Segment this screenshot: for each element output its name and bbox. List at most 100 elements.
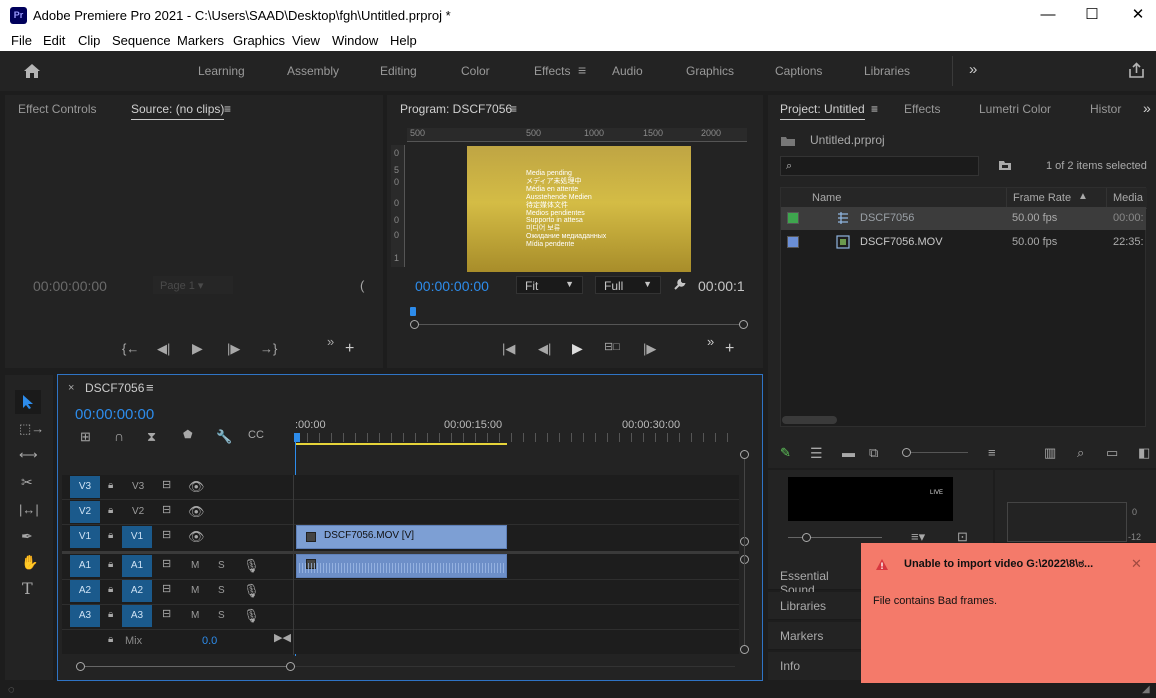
zoom-slider[interactable] bbox=[911, 452, 968, 453]
zoom-scrollbar[interactable] bbox=[414, 324, 744, 325]
sync-lock-icon[interactable]: ⊟ bbox=[162, 505, 171, 516]
mix-value[interactable]: 0.0 bbox=[202, 635, 217, 647]
program-menu-icon[interactable]: ≡ bbox=[510, 102, 517, 116]
cloud-sync-icon[interactable]: ◌ bbox=[8, 684, 15, 696]
tab-source[interactable]: Source: (no clips) bbox=[131, 102, 225, 120]
razor-tool-icon[interactable]: ✂ bbox=[21, 475, 33, 489]
source-patch-v1[interactable]: V1 bbox=[70, 526, 100, 548]
track-v2[interactable]: V2 bbox=[132, 506, 144, 517]
tab-project[interactable]: Project: Untitled bbox=[780, 102, 865, 120]
track-v3[interactable]: V3 bbox=[132, 481, 144, 492]
workspace-assembly[interactable]: Assembly bbox=[287, 64, 339, 78]
menu-clip[interactable]: Clip bbox=[78, 33, 100, 48]
tab-effect-controls[interactable]: Effect Controls bbox=[18, 102, 96, 116]
close-toast-button[interactable]: ✕ bbox=[1131, 556, 1142, 572]
column-media[interactable]: Media bbox=[1113, 192, 1143, 204]
hand-tool-icon[interactable]: ✋ bbox=[21, 555, 38, 569]
zoom-select[interactable]: Fit ▼ bbox=[516, 276, 583, 294]
slip-tool-icon[interactable]: |↔| bbox=[19, 503, 39, 516]
freeform-view-icon[interactable]: ⧉ bbox=[869, 446, 878, 459]
solo-button[interactable]: S bbox=[218, 585, 225, 596]
label-color-swatch[interactable] bbox=[787, 212, 799, 224]
workspace-menu-icon[interactable]: ≡ bbox=[578, 62, 586, 78]
sort-icon[interactable]: ≡ bbox=[988, 446, 996, 459]
mute-button[interactable]: M bbox=[191, 585, 199, 596]
linked-selection-icon[interactable]: ⧗ bbox=[147, 430, 156, 443]
label-color-swatch[interactable] bbox=[787, 236, 799, 248]
menu-edit[interactable]: Edit bbox=[43, 33, 65, 48]
step-back-icon[interactable]: ◀| bbox=[538, 342, 551, 355]
lock-icon[interactable]: 🔒︎ bbox=[108, 610, 113, 620]
panel-info[interactable]: Info bbox=[768, 652, 863, 680]
h-scrollbar-thumb[interactable] bbox=[85, 666, 286, 667]
play-icon[interactable]: ▶ bbox=[192, 341, 203, 355]
page-select[interactable]: Page 1 ▾ bbox=[153, 276, 233, 294]
lock-icon[interactable]: 🔒︎ bbox=[108, 560, 113, 570]
zoom-slider-handle[interactable] bbox=[902, 448, 911, 457]
microphone-icon[interactable]: 🎙︎ bbox=[243, 609, 260, 622]
h-scroll-handle[interactable] bbox=[286, 662, 295, 671]
sequence-menu-icon[interactable]: ≡ bbox=[146, 380, 154, 395]
lock-icon[interactable]: 🔒︎ bbox=[108, 506, 113, 516]
eye-icon[interactable]: 👁︎ bbox=[188, 505, 205, 518]
quality-select[interactable]: Full ▼ bbox=[595, 276, 661, 294]
column-frame-rate[interactable]: Frame Rate bbox=[1013, 192, 1071, 204]
more-controls-icon[interactable]: » bbox=[707, 335, 714, 348]
more-workspaces-icon[interactable]: » bbox=[969, 61, 977, 78]
pen-tool-icon[interactable]: ✒ bbox=[21, 529, 33, 543]
track-select-tool-icon[interactable]: ⬚→ bbox=[19, 422, 44, 435]
nest-icon[interactable]: ⊞ bbox=[80, 430, 91, 443]
v-scroll-handle[interactable] bbox=[740, 645, 749, 654]
find-icon[interactable]: ⌕ bbox=[1077, 446, 1084, 459]
menu-window[interactable]: Window bbox=[332, 33, 378, 48]
more-tabs-icon[interactable]: » bbox=[1143, 100, 1151, 116]
sync-lock-icon[interactable]: ⊟ bbox=[162, 559, 171, 570]
microphone-icon[interactable]: 🎙︎ bbox=[243, 559, 260, 572]
audio-clip[interactable] bbox=[296, 554, 507, 578]
h-scroll-handle[interactable] bbox=[76, 662, 85, 671]
wrench-icon[interactable] bbox=[673, 277, 687, 291]
workspace-learning[interactable]: Learning bbox=[198, 64, 245, 78]
add-button-icon[interactable]: + bbox=[345, 341, 354, 357]
track-v1[interactable]: V1 bbox=[122, 526, 152, 548]
new-item-icon[interactable]: ◧ bbox=[1138, 446, 1150, 459]
automate-icon[interactable]: ▥ bbox=[1044, 446, 1056, 459]
new-bin-icon[interactable]: ▭ bbox=[1106, 446, 1118, 459]
work-area-bar[interactable] bbox=[295, 443, 507, 445]
search-input[interactable]: ⌕ bbox=[780, 156, 979, 176]
go-to-end-icon[interactable]: ▶◀ bbox=[274, 633, 291, 644]
volume-handle[interactable] bbox=[802, 533, 811, 542]
ripple-edit-tool-icon[interactable]: ⟷ bbox=[19, 448, 38, 461]
microphone-icon[interactable]: 🎙︎ bbox=[243, 584, 260, 597]
tab-effects[interactable]: Effects bbox=[904, 102, 940, 116]
sync-lock-icon[interactable]: ⊟ bbox=[162, 480, 171, 491]
lock-icon[interactable]: 🔒︎ bbox=[108, 585, 113, 595]
menu-file[interactable]: File bbox=[11, 33, 32, 48]
source-patch-v2[interactable]: V2 bbox=[70, 501, 100, 523]
close-window-button[interactable]: ✕ bbox=[1123, 4, 1153, 26]
eye-icon[interactable]: 👁︎ bbox=[188, 480, 205, 493]
close-sequence-icon[interactable]: × bbox=[68, 382, 74, 394]
tab-program[interactable]: Program: DSCF7056 bbox=[400, 102, 512, 116]
go-to-in-icon[interactable]: |◀ bbox=[502, 342, 515, 355]
source-patch-a3[interactable]: A3 bbox=[70, 605, 100, 627]
step-forward-icon[interactable]: |▶ bbox=[643, 342, 656, 355]
source-patch-a2[interactable]: A2 bbox=[70, 580, 100, 602]
mute-button[interactable]: M bbox=[191, 560, 199, 571]
more-controls-icon[interactable]: » bbox=[327, 335, 334, 348]
resize-grip-icon[interactable]: ◢ bbox=[1142, 684, 1150, 695]
sync-lock-icon[interactable]: ⊟ bbox=[162, 609, 171, 620]
track-a3[interactable]: A3 bbox=[122, 605, 152, 627]
list-menu-icon[interactable]: ≡▾ bbox=[911, 530, 925, 543]
v-scrollbar[interactable] bbox=[744, 459, 745, 645]
mark-out-icon[interactable]: →} bbox=[260, 342, 277, 355]
sequence-tab[interactable]: DSCF7056 bbox=[85, 381, 144, 395]
ruler-ticks[interactable] bbox=[295, 433, 737, 442]
workspace-graphics[interactable]: Graphics bbox=[686, 64, 734, 78]
project-menu-icon[interactable]: ≡ bbox=[871, 102, 878, 116]
lock-icon[interactable]: 🔒︎ bbox=[108, 531, 113, 541]
timeline-settings-icon[interactable]: 🔧 bbox=[216, 430, 232, 443]
track-a1[interactable]: A1 bbox=[122, 555, 152, 577]
lift-icon[interactable]: ⊟□ bbox=[604, 342, 620, 353]
timeline-playhead[interactable] bbox=[294, 433, 300, 442]
